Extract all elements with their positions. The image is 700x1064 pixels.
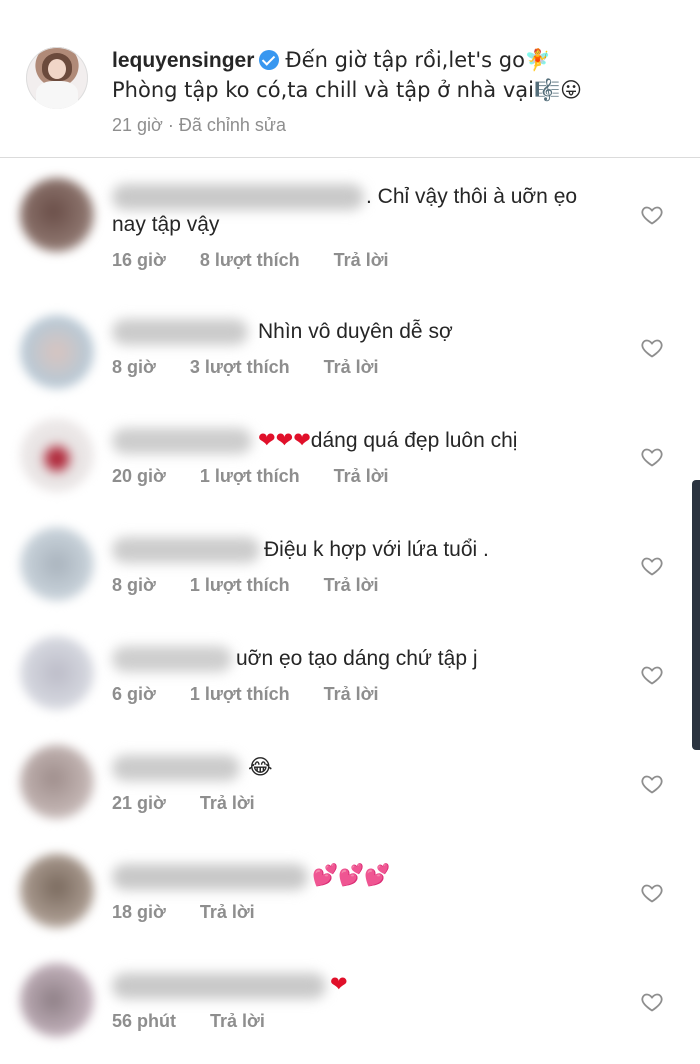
commenter-avatar[interactable]	[20, 178, 94, 252]
commenter-username-blurred[interactable]	[112, 864, 308, 890]
comment-text-body: dáng quá đẹp luôn chị	[310, 429, 518, 452]
comment-item: Điệu k hợp với lứa tuổi . 8 giờ 1 lượt th…	[0, 515, 700, 624]
comment-text: uỡn ẹo tạo dáng chứ tập j	[236, 647, 478, 670]
comment-likes[interactable]: 8 lượt thích	[200, 250, 300, 270]
comment-likes[interactable]: 1 lượt thích	[190, 684, 290, 704]
caption-time: 21 giờ	[112, 115, 163, 135]
comment-time: 21 giờ	[112, 793, 166, 813]
commenter-avatar[interactable]	[20, 527, 94, 601]
commenter-avatar[interactable]	[20, 745, 94, 819]
reply-button[interactable]: Trả lời	[210, 1011, 265, 1031]
verified-badge-icon	[259, 50, 280, 70]
comment-text: ❤	[330, 972, 348, 996]
caption-line-1: lequyensinger Đến giờ tập rồi,let's go🧚	[112, 47, 551, 74]
divider	[0, 157, 700, 158]
heart-outline-icon[interactable]	[640, 336, 664, 360]
caption-meta: 21 giờ · Đã chỉnh sửa	[112, 115, 286, 136]
comment-meta: 8 giờ 3 lượt thích Trả lời	[112, 357, 412, 378]
comment-text: 💕💕💕	[312, 863, 391, 887]
commenter-username-blurred[interactable]	[112, 184, 364, 210]
meta-separator: ·	[167, 115, 174, 135]
commenter-username-blurred[interactable]	[112, 537, 260, 563]
comment-likes[interactable]: 1 lượt thích	[190, 575, 290, 595]
commenter-username-blurred[interactable]	[112, 755, 240, 781]
comment-meta: 16 giờ 8 lượt thích Trả lời	[112, 250, 423, 271]
comment-text: . Chỉ vậy thôi à uỡn ẹo	[366, 185, 578, 208]
commenter-username-blurred[interactable]	[112, 428, 252, 454]
reply-button[interactable]: Trả lời	[200, 793, 255, 813]
comment-time: 8 giờ	[112, 357, 156, 377]
comment-likes[interactable]: 3 lượt thích	[190, 357, 290, 377]
comment-item: Nhìn vô duyên dễ sợ 8 giờ 3 lượt thích Trả…	[0, 297, 700, 406]
comment-meta: 21 giờ Trả lời	[112, 793, 289, 814]
comment-meta: 6 giờ 1 lượt thích Trả lời	[112, 684, 412, 705]
comment-item: uỡn ẹo tạo dáng chứ tập j 6 giờ 1 lượt th…	[0, 624, 700, 733]
caption-text-2: Phòng tập ko có,ta chill và tập ở nhà vạ…	[112, 78, 582, 102]
comment-time: 20 giờ	[112, 466, 166, 486]
comment-item: 💕💕💕 18 giờ Trả lời	[0, 842, 700, 951]
commenter-username-blurred[interactable]	[112, 973, 326, 999]
commenter-username-blurred[interactable]	[112, 646, 232, 672]
heart-outline-icon[interactable]	[640, 203, 664, 227]
comment-time: 6 giờ	[112, 684, 156, 704]
comment-meta: 8 giờ 1 lượt thích Trả lời	[112, 575, 412, 596]
comment-item: ❤❤❤dáng quá đẹp luôn chị 20 giờ 1 lượt th…	[0, 406, 700, 515]
comment-meta: 56 phút Trả lời	[112, 1011, 299, 1032]
comment-meta: 20 giờ 1 lượt thích Trả lời	[112, 466, 423, 487]
edited-label: Đã chỉnh sửa	[178, 115, 286, 135]
heart-outline-icon[interactable]	[640, 445, 664, 469]
poster-username[interactable]: lequyensinger	[112, 49, 254, 72]
commenter-avatar[interactable]	[20, 418, 94, 492]
heart-outline-icon[interactable]	[640, 554, 664, 578]
reply-button[interactable]: Trả lời	[334, 250, 389, 270]
reply-button[interactable]: Trả lời	[334, 466, 389, 486]
heart-outline-icon[interactable]	[640, 772, 664, 796]
heart-outline-icon[interactable]	[640, 990, 664, 1014]
comment-text: Nhìn vô duyên dễ sợ	[258, 320, 453, 343]
scrollbar[interactable]	[692, 480, 700, 750]
reply-button[interactable]: Trả lời	[200, 902, 255, 922]
caption-text-1: Đến giờ tập rồi,let's go🧚	[285, 48, 552, 72]
comment-time: 16 giờ	[112, 250, 166, 270]
comment-likes[interactable]: 1 lượt thích	[200, 466, 300, 486]
poster-avatar[interactable]	[26, 47, 88, 109]
comment-time: 18 giờ	[112, 902, 166, 922]
comment-time: 8 giờ	[112, 575, 156, 595]
commenter-avatar[interactable]	[20, 636, 94, 710]
commenter-avatar[interactable]	[20, 315, 94, 389]
commenter-avatar[interactable]	[20, 963, 94, 1037]
comment-item: ❤ 56 phút Trả lời	[0, 951, 700, 1060]
comment-meta: 18 giờ Trả lời	[112, 902, 289, 923]
heart-outline-icon[interactable]	[640, 881, 664, 905]
comment-text: 😂	[248, 755, 273, 779]
comment-item: . Chỉ vậy thôi à uỡn ẹo nay tập vậy 16 g…	[0, 160, 700, 271]
commenter-avatar[interactable]	[20, 854, 94, 928]
comment-text: ❤❤❤dáng quá đẹp luôn chị	[258, 427, 517, 454]
post-caption: lequyensinger Đến giờ tập rồi,let's go🧚 P…	[0, 0, 700, 158]
comment-time: 56 phút	[112, 1011, 177, 1031]
reply-button[interactable]: Trả lời	[324, 575, 379, 595]
heart-emoji: ❤❤❤	[258, 428, 311, 452]
comment-item: 😂 21 giờ Trả lời	[0, 733, 700, 842]
comment-text-continued: nay tập vậy	[112, 213, 220, 236]
heart-outline-icon[interactable]	[640, 663, 664, 687]
reply-button[interactable]: Trả lời	[324, 357, 379, 377]
comment-text: Điệu k hợp với lứa tuổi .	[264, 538, 489, 561]
commenter-username-blurred[interactable]	[112, 319, 248, 345]
reply-button[interactable]: Trả lời	[324, 684, 379, 704]
